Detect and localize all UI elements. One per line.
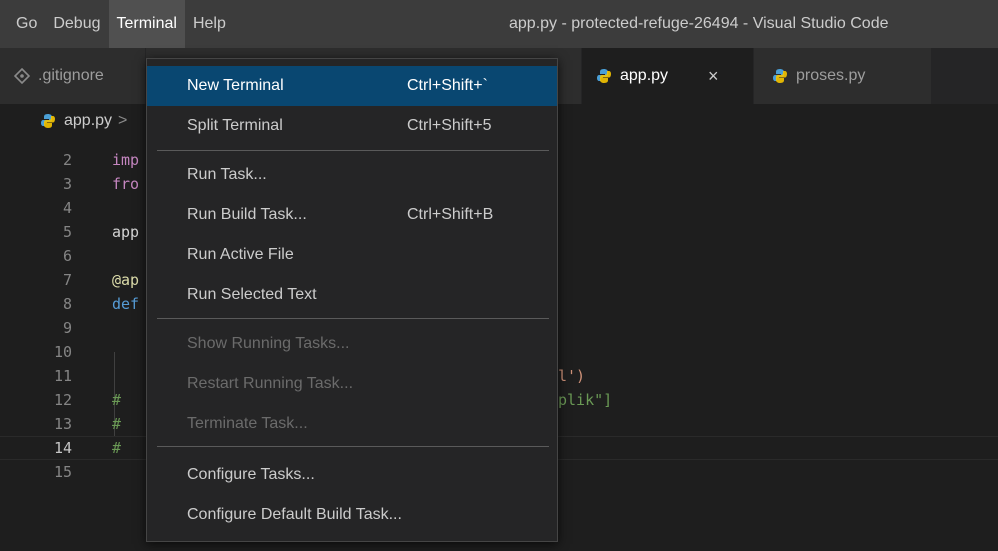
menu-item-label: Run Selected Text bbox=[187, 286, 317, 303]
menu-item-label: Configure Default Build Task... bbox=[187, 506, 402, 523]
breadcrumb-separator: > bbox=[118, 112, 128, 129]
code-text: # bbox=[112, 391, 122, 409]
menu-item-split-terminal[interactable]: Split Terminal Ctrl+Shift+5 bbox=[147, 106, 557, 146]
menu-bar: Go Debug Terminal Help bbox=[8, 0, 234, 48]
tab-label: proses.py bbox=[796, 67, 866, 84]
code-text: imp bbox=[112, 151, 140, 169]
menu-terminal[interactable]: Terminal bbox=[108, 0, 185, 48]
menu-item-configure-default-build-task[interactable]: Configure Default Build Task... bbox=[147, 495, 557, 535]
code-text: app bbox=[112, 223, 140, 241]
menu-separator bbox=[157, 318, 549, 319]
menu-item-shortcut: Ctrl+Shift+B bbox=[407, 206, 494, 223]
line-number: 7 bbox=[62, 271, 72, 289]
menu-separator bbox=[157, 150, 549, 151]
menu-help[interactable]: Help bbox=[185, 0, 234, 48]
code-text: l') bbox=[558, 367, 586, 385]
python-icon bbox=[596, 68, 612, 84]
code-text: # bbox=[112, 439, 122, 457]
code-text: # bbox=[112, 415, 122, 433]
menu-item-run-build-task[interactable]: Run Build Task... Ctrl+Shift+B bbox=[147, 195, 557, 235]
title-bar: Go Debug Terminal Help app.py - protecte… bbox=[0, 0, 998, 48]
menu-item-terminate-task: Terminate Task... bbox=[147, 404, 557, 444]
line-number: 10 bbox=[53, 343, 72, 361]
line-number: 14 bbox=[53, 439, 72, 457]
menu-item-run-task[interactable]: Run Task... bbox=[147, 155, 557, 195]
window-title: app.py - protected-refuge-26494 - Visual… bbox=[509, 15, 889, 32]
terminal-menu-dropdown: New Terminal Ctrl+Shift+` Split Terminal… bbox=[146, 58, 558, 542]
menu-item-show-running-tasks: Show Running Tasks... bbox=[147, 324, 557, 364]
line-number: 2 bbox=[62, 151, 72, 169]
menu-separator bbox=[157, 446, 549, 447]
line-number: 5 bbox=[62, 223, 72, 241]
menu-item-label: Run Task... bbox=[187, 166, 267, 183]
line-number: 4 bbox=[62, 199, 72, 217]
tab-label: .gitignore bbox=[38, 67, 104, 84]
code-text: @ap bbox=[112, 271, 140, 289]
tab-gitignore[interactable]: .gitignore bbox=[0, 48, 146, 104]
tab-proses-py[interactable]: proses.py bbox=[754, 48, 932, 104]
code-text: plik"] bbox=[558, 391, 613, 409]
git-icon bbox=[13, 67, 31, 85]
line-number: 8 bbox=[62, 295, 72, 313]
menu-item-run-active-file[interactable]: Run Active File bbox=[147, 235, 557, 275]
python-icon bbox=[772, 68, 788, 84]
line-number: 11 bbox=[53, 367, 72, 385]
menu-item-label: Split Terminal bbox=[187, 117, 283, 134]
menu-debug[interactable]: Debug bbox=[45, 0, 108, 48]
menu-item-label: New Terminal bbox=[187, 77, 284, 94]
menu-item-shortcut: Ctrl+Shift+5 bbox=[407, 117, 492, 134]
menu-item-label: Run Build Task... bbox=[187, 206, 307, 223]
menu-go[interactable]: Go bbox=[8, 0, 45, 48]
tab-app-py[interactable]: app.py × bbox=[582, 48, 754, 104]
tab-label: app.py bbox=[620, 67, 669, 84]
menu-item-run-selected-text[interactable]: Run Selected Text bbox=[147, 275, 557, 315]
menu-item-restart-running-task: Restart Running Task... bbox=[147, 364, 557, 404]
line-number: 6 bbox=[62, 247, 72, 265]
menu-item-label: Restart Running Task... bbox=[187, 375, 354, 392]
menu-item-configure-tasks[interactable]: Configure Tasks... bbox=[147, 455, 557, 495]
menu-item-shortcut: Ctrl+Shift+` bbox=[407, 77, 488, 94]
line-number: 15 bbox=[53, 463, 72, 481]
menu-item-label: Terminate Task... bbox=[187, 415, 308, 432]
line-number: 12 bbox=[53, 391, 72, 409]
menu-item-new-terminal[interactable]: New Terminal Ctrl+Shift+` bbox=[147, 66, 557, 106]
line-number: 13 bbox=[53, 415, 72, 433]
python-icon bbox=[40, 113, 56, 129]
menu-item-label: Configure Tasks... bbox=[187, 466, 315, 483]
code-text: def bbox=[112, 295, 140, 313]
menu-item-label: Show Running Tasks... bbox=[187, 335, 350, 352]
line-number: 3 bbox=[62, 175, 72, 193]
line-number: 9 bbox=[62, 319, 72, 337]
close-icon[interactable]: × bbox=[708, 66, 719, 87]
menu-item-label: Run Active File bbox=[187, 246, 294, 263]
code-text: fro bbox=[112, 175, 140, 193]
breadcrumb-file[interactable]: app.py bbox=[64, 112, 112, 130]
